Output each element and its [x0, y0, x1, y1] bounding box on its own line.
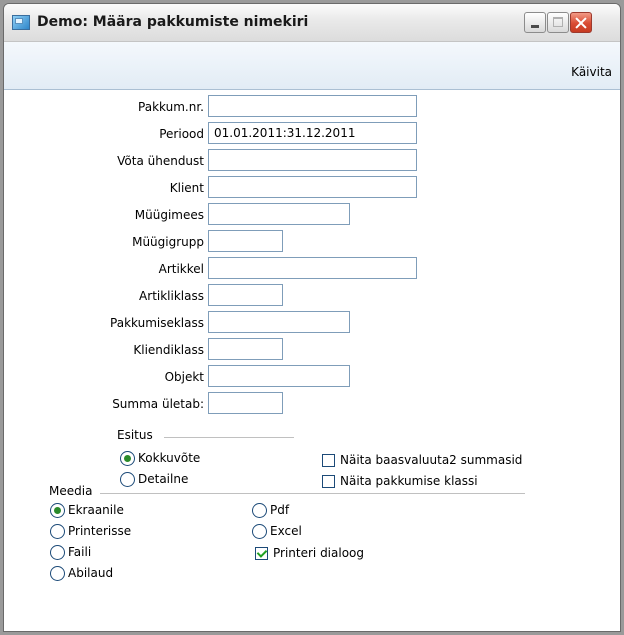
- offer-class-input[interactable]: [208, 311, 350, 333]
- offer-number-input[interactable]: [208, 95, 417, 117]
- item-label: Artikkel: [158, 262, 204, 276]
- media-screen-radio-label[interactable]: Ekraanile: [68, 503, 124, 517]
- maximize-button[interactable]: [547, 12, 569, 33]
- media-clipboard-radio[interactable]: [50, 566, 65, 581]
- customer-class-label: Kliendiklass: [133, 343, 204, 357]
- customer-input[interactable]: [208, 176, 417, 198]
- close-button[interactable]: [570, 12, 592, 33]
- summary-radio[interactable]: [120, 451, 135, 466]
- printer-dialog-checkbox-label[interactable]: Printeri dialoog: [273, 546, 364, 560]
- period-label: Periood: [159, 127, 204, 141]
- customer-label: Klient: [169, 181, 204, 195]
- app-window-icon: [12, 15, 30, 30]
- customer-class-input[interactable]: [208, 338, 283, 360]
- media-group-divider: [100, 493, 525, 494]
- sales-group-label: Müügigrupp: [132, 235, 204, 249]
- media-pdf-radio-label[interactable]: Pdf: [270, 503, 289, 517]
- media-clipboard-radio-label[interactable]: Abilaud: [68, 566, 113, 580]
- offer-class-checkbox[interactable]: [322, 475, 335, 488]
- media-printer-radio[interactable]: [50, 524, 65, 539]
- media-file-radio[interactable]: [50, 545, 65, 560]
- item-input[interactable]: [208, 257, 417, 279]
- media-excel-radio-label[interactable]: Excel: [270, 524, 302, 538]
- printer-dialog-checkbox[interactable]: [255, 547, 268, 560]
- offer-number-label: Pakkum.nr.: [138, 100, 204, 114]
- amount-exceeds-input[interactable]: [208, 392, 283, 414]
- sales-group-input[interactable]: [208, 230, 283, 252]
- item-class-input[interactable]: [208, 284, 283, 306]
- report-window: Demo: Määra pakkumiste nimekiri Käivita …: [3, 3, 621, 632]
- base-currency2-checkbox-label[interactable]: Näita baasvaluuta2 summasid: [340, 453, 522, 467]
- amount-exceeds-label: Summa ületab:: [112, 397, 204, 411]
- item-class-label: Artikliklass: [139, 289, 204, 303]
- media-printer-radio-label[interactable]: Printerisse: [68, 524, 131, 538]
- offer-class-checkbox-label[interactable]: Näita pakkumise klassi: [340, 474, 478, 488]
- summary-radio-label[interactable]: Kokkuvõte: [138, 451, 200, 465]
- run-button[interactable]: Käivita: [571, 65, 612, 79]
- media-pdf-radio[interactable]: [252, 503, 267, 518]
- minimize-button[interactable]: [524, 12, 546, 33]
- title-bar[interactable]: Demo: Määra pakkumiste nimekiri: [4, 4, 620, 42]
- presentation-group-divider: [164, 437, 294, 438]
- detailed-radio-label[interactable]: Detailne: [138, 472, 188, 486]
- period-input[interactable]: [208, 122, 417, 144]
- detailed-radio[interactable]: [120, 472, 135, 487]
- button-bar: Käivita: [4, 42, 620, 90]
- offer-class-label: Pakkumiseklass: [110, 316, 204, 330]
- window-title: Demo: Määra pakkumiste nimekiri: [37, 14, 309, 30]
- media-excel-radio[interactable]: [252, 524, 267, 539]
- media-screen-radio[interactable]: [50, 503, 65, 518]
- media-file-radio-label[interactable]: Faili: [68, 545, 91, 559]
- presentation-group-title: Esitus: [117, 428, 153, 442]
- salesman-input[interactable]: [208, 203, 350, 225]
- contact-label: Võta ühendust: [117, 154, 204, 168]
- contact-input[interactable]: [208, 149, 417, 171]
- object-input[interactable]: [208, 365, 350, 387]
- media-group-title: Meedia: [49, 484, 93, 498]
- base-currency2-checkbox[interactable]: [322, 454, 335, 467]
- object-label: Objekt: [164, 370, 204, 384]
- salesman-label: Müügimees: [134, 208, 204, 222]
